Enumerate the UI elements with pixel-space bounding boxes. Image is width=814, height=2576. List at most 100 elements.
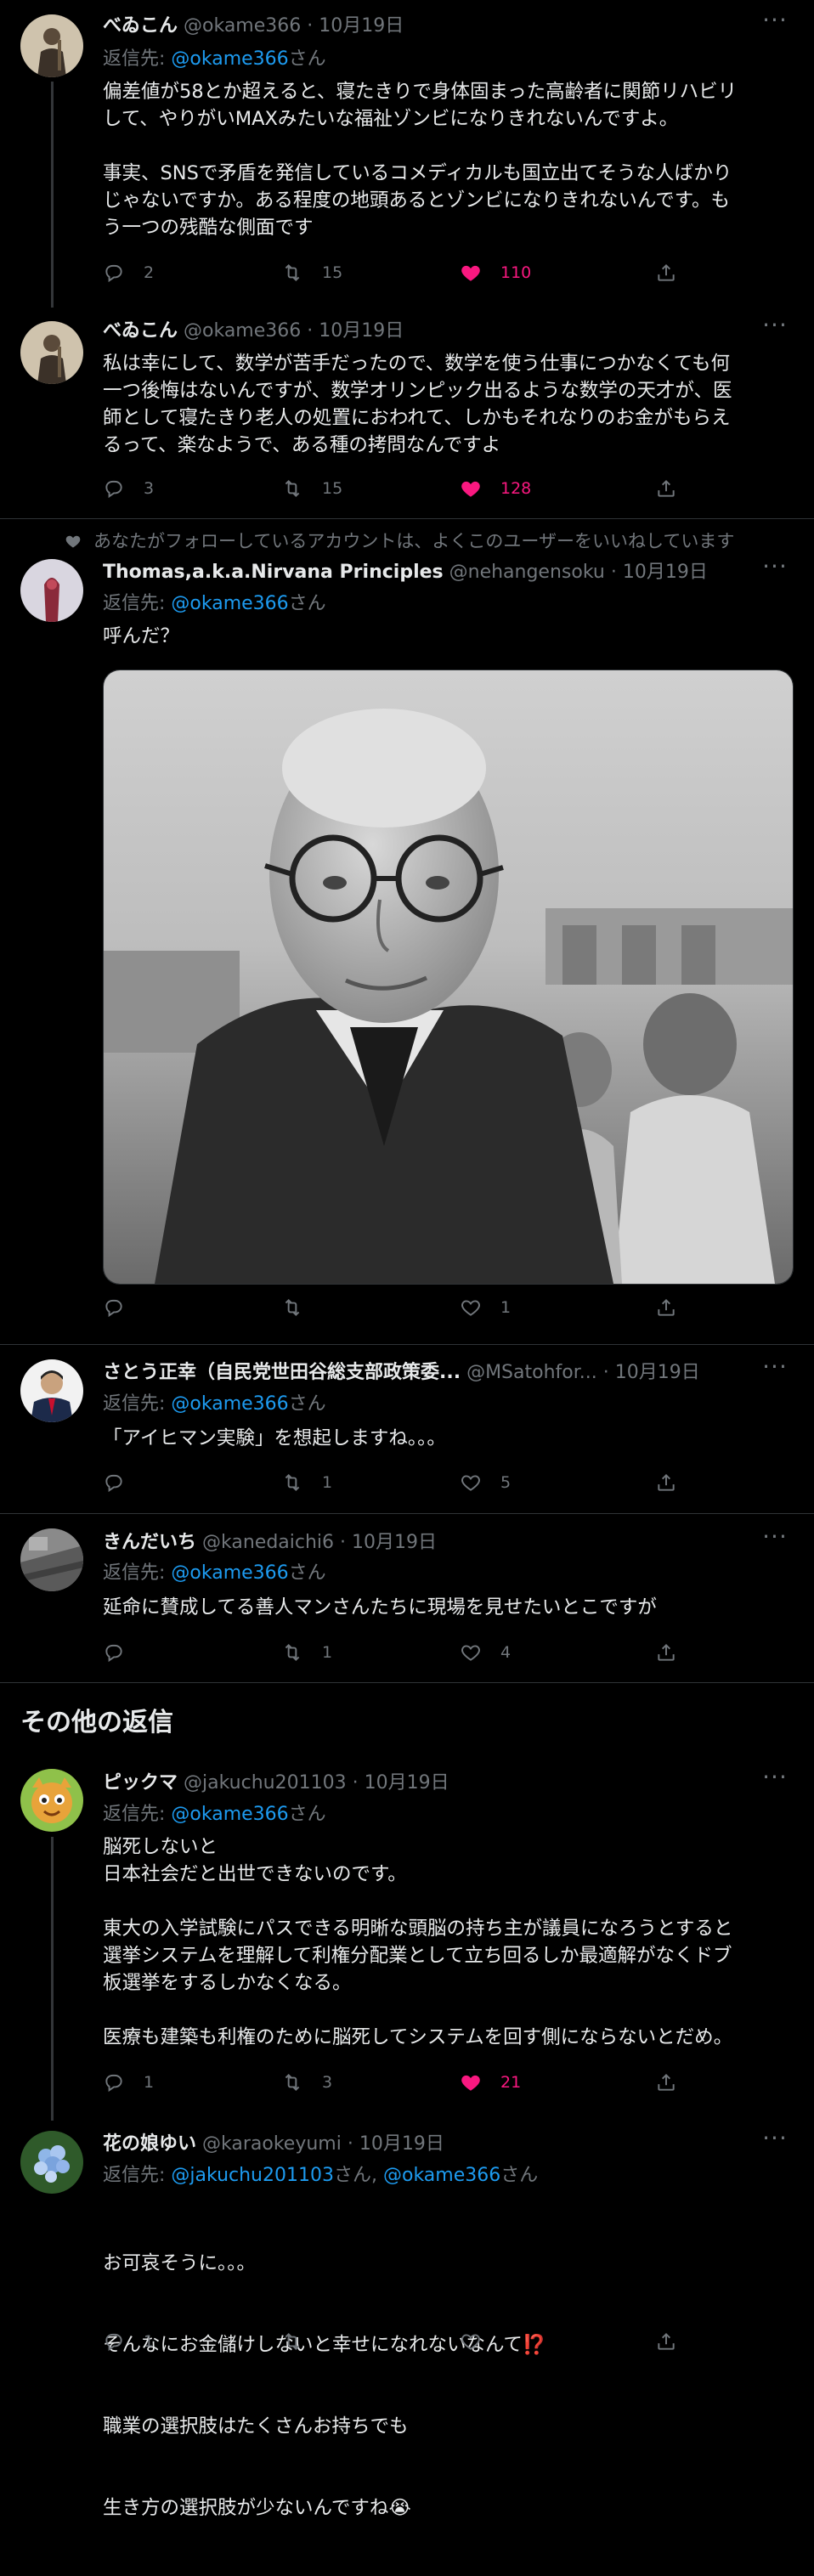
like-button[interactable]: 128 [460, 476, 531, 501]
reply-button[interactable] [103, 1640, 144, 1665]
retweet-button[interactable]: 1 [281, 1470, 332, 1495]
more-icon[interactable]: ··· [760, 1355, 790, 1385]
tweet-text: 呼んだ？ [103, 625, 180, 647]
display-name[interactable]: ピックマ [103, 1772, 178, 1794]
display-name[interactable]: きんだいち [103, 1532, 196, 1553]
tweet-date[interactable]: 10月19日 [352, 1532, 437, 1553]
tweet-date[interactable]: 10月19日 [359, 2133, 444, 2155]
share-button[interactable] [655, 260, 677, 285]
retweet-icon [285, 479, 300, 498]
avatar[interactable] [20, 1769, 83, 1832]
display-name[interactable]: Thomas,a.k.a.Nirvana Principles [103, 562, 444, 583]
tweet-actions: 1 3 21 [103, 2070, 791, 2095]
like-button[interactable] [460, 2329, 500, 2354]
reply-icon [105, 264, 122, 283]
user-handle[interactable]: @kanedaichi6 [202, 1532, 334, 1553]
tweet-photo[interactable] [103, 669, 794, 1285]
more-icon[interactable]: ··· [760, 555, 790, 585]
user-handle[interactable]: @okame366 [184, 320, 301, 342]
reply-mention-link[interactable]: @jakuchu201103 [171, 2165, 334, 2186]
heart-icon [461, 481, 480, 497]
avatar[interactable] [20, 2131, 83, 2194]
reply-button[interactable]: 3 [103, 476, 154, 501]
retweet-button[interactable]: 3 [281, 2070, 332, 2095]
reply-icon [105, 1474, 122, 1493]
reply-icon [105, 2333, 122, 2352]
reply-context: 返信先: @okame366さん [103, 1393, 326, 1415]
avatar[interactable] [20, 14, 83, 77]
reply-mention-link[interactable]: @okame366 [171, 1393, 288, 1415]
more-icon[interactable]: ··· [760, 2127, 790, 2156]
tweet-actions: 1 [103, 2329, 791, 2354]
reply-mention-link[interactable]: @okame366 [171, 1562, 288, 1584]
user-handle[interactable]: @karaokeyumi [202, 2133, 342, 2155]
avatar[interactable] [20, 559, 83, 622]
display-name[interactable]: べゐこん [103, 320, 178, 342]
tweet[interactable]: きんだいち @kanedaichi6 · 10月19日 ··· 返信先: @ok… [0, 1514, 814, 1683]
tweet-date[interactable]: 10月19日 [615, 1362, 700, 1383]
more-icon[interactable]: ··· [760, 1525, 790, 1555]
tweet[interactable]: 花の娘ゆい @karaokeyumi · 10月19日 ··· 返信先: @ja… [0, 2121, 814, 2519]
user-handle[interactable]: @jakuchu201103 [184, 1772, 347, 1794]
reply-button[interactable]: 1 [103, 2329, 154, 2354]
more-replies-heading: その他の返信 [20, 1708, 173, 1737]
heart-icon [461, 2075, 480, 2091]
display-name[interactable]: さとう正幸（自民党世田谷総支部政策委... [103, 1362, 461, 1383]
more-icon[interactable]: ··· [760, 8, 790, 38]
more-icon[interactable]: ··· [760, 1765, 790, 1795]
retweet-button[interactable]: 15 [281, 260, 342, 285]
retweet-button[interactable]: 1 [281, 1640, 332, 1665]
reply-button[interactable] [103, 1295, 144, 1320]
retweet-icon [285, 1298, 300, 1317]
like-button[interactable]: 21 [460, 2070, 521, 2095]
reply-mention-link[interactable]: @okame366 [171, 593, 288, 614]
tweet-date[interactable]: 10月19日 [623, 562, 708, 583]
reply-icon [105, 1299, 122, 1318]
user-handle[interactable]: @okame366 [184, 15, 301, 37]
like-button[interactable]: 5 [460, 1470, 511, 1495]
tweet-text: 脳死しないと 日本社会だと出世できないのです。 東大の入学試験にパスできる明晰な… [103, 1836, 733, 2048]
reply-icon [105, 1644, 122, 1663]
share-button[interactable] [655, 1295, 677, 1320]
reply-button[interactable]: 1 [103, 2070, 154, 2095]
display-name[interactable]: べゐこん [103, 15, 178, 37]
reply-button[interactable] [103, 1470, 144, 1495]
retweet-button[interactable] [281, 2329, 322, 2354]
share-button[interactable] [655, 2329, 677, 2354]
share-button[interactable] [655, 1640, 677, 1665]
share-button[interactable] [655, 1470, 677, 1495]
avatar[interactable] [20, 1359, 83, 1422]
tweet[interactable]: ピックマ @jakuchu201103 · 10月19日 ··· 返信先: @o… [0, 1755, 814, 2121]
tweet[interactable]: べゐこん @okame366 · 10月19日 ··· 返信先: @okame3… [0, 0, 814, 308]
reply-icon [105, 480, 122, 499]
reply-mention-link[interactable]: @okame366 [383, 2165, 500, 2186]
more-icon[interactable]: ··· [760, 314, 790, 343]
tweet-date[interactable]: 10月19日 [319, 15, 404, 37]
avatar[interactable] [20, 1528, 83, 1591]
share-icon [658, 1473, 675, 1491]
display-name[interactable]: 花の娘ゆい [103, 2133, 196, 2155]
reply-button[interactable]: 2 [103, 260, 154, 285]
avatar[interactable] [20, 321, 83, 384]
reply-context: 返信先: @jakuchu201103さん, @okame366さん [103, 2165, 539, 2186]
tweet-date[interactable]: 10月19日 [365, 1772, 449, 1794]
tweet-date[interactable]: 10月19日 [319, 320, 404, 342]
like-button[interactable]: 110 [460, 260, 531, 285]
share-button[interactable] [655, 476, 677, 501]
share-button[interactable] [655, 2070, 677, 2095]
reply-mention-link[interactable]: @okame366 [171, 1804, 288, 1825]
tweet[interactable]: べゐこん @okame366 · 10月19日 ··· 私は幸にして、数学が苦手… [0, 308, 814, 519]
like-button[interactable]: 1 [460, 1295, 511, 1320]
user-handle[interactable]: @MSatohfor... [466, 1362, 597, 1383]
tweet-text: お可哀そうに。。。 そんなにお金儲けしないと幸せになれないなんて⁉️ 職業の選択… [103, 2252, 546, 2519]
user-handle[interactable]: @nehangensoku [449, 562, 605, 583]
tweet[interactable]: さとう正幸（自民党世田谷総支部政策委... @MSatohfor... · 10… [0, 1345, 814, 1514]
reply-mention-link[interactable]: @okame366 [171, 48, 288, 70]
like-button[interactable]: 4 [460, 1640, 511, 1665]
share-icon [658, 2332, 675, 2350]
retweet-button[interactable]: 15 [281, 476, 342, 501]
crying-face-emoji: 😭 [388, 2497, 411, 2519]
share-icon [658, 479, 675, 497]
retweet-button[interactable] [281, 1295, 322, 1320]
share-icon [658, 1298, 675, 1316]
